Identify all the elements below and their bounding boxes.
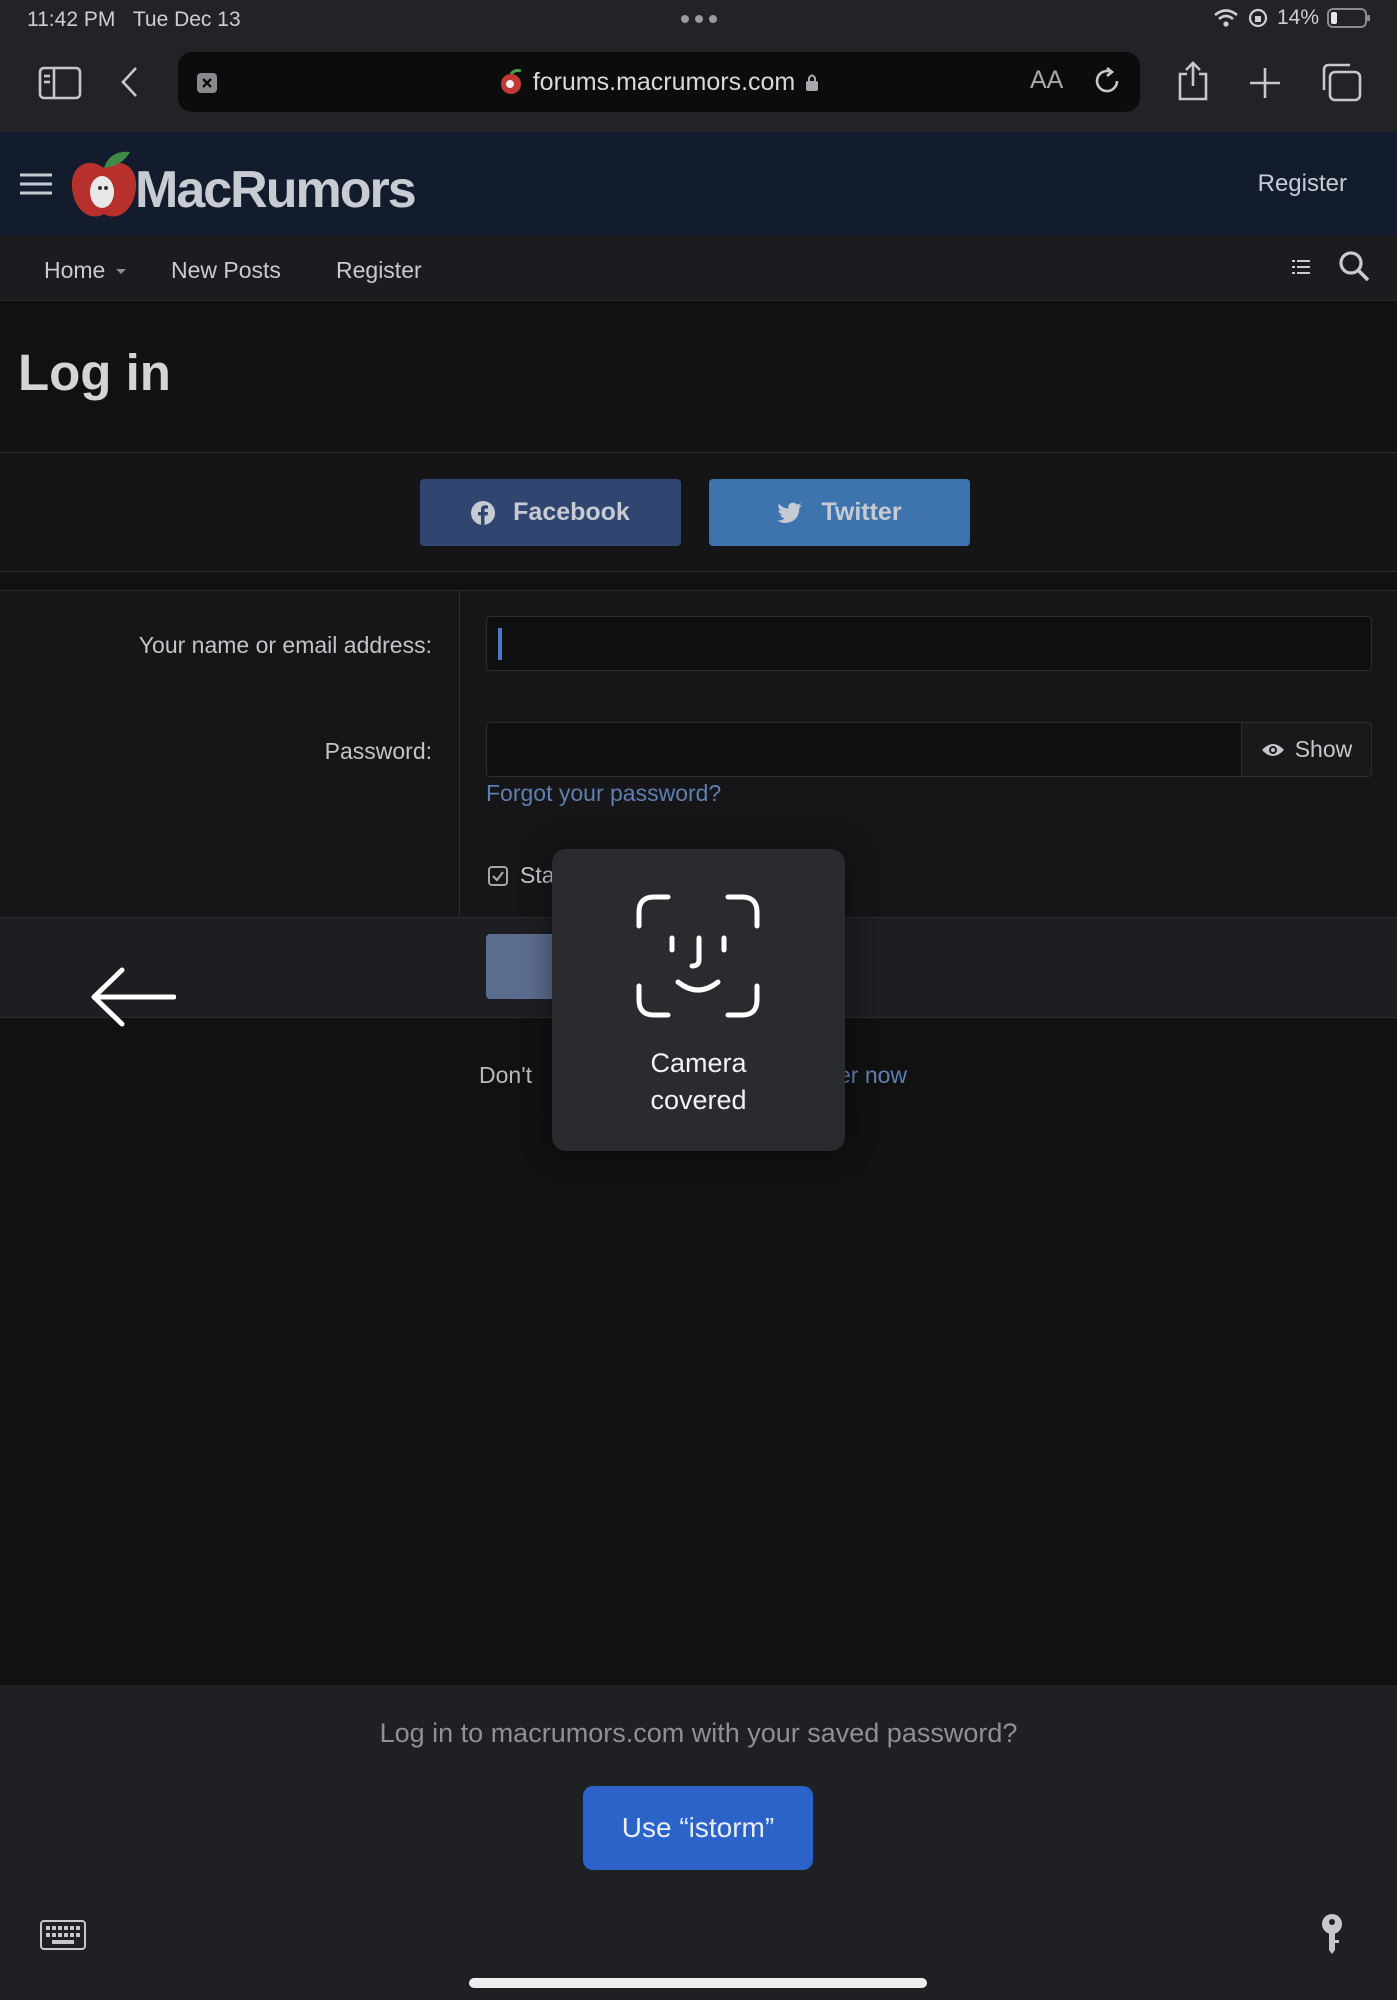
hamburger-menu-icon[interactable] — [20, 172, 52, 196]
wifi-icon — [1214, 9, 1238, 27]
page-title: Log in — [18, 344, 171, 401]
keyboard-icon[interactable] — [40, 1920, 86, 1950]
twitter-login-button[interactable]: Twitter — [709, 479, 970, 546]
orientation-lock-icon — [1248, 8, 1268, 28]
url-text: forums.macrumors.com — [532, 67, 796, 96]
facebook-icon — [471, 500, 496, 525]
status-date: Tue Dec 13 — [132, 8, 241, 31]
home-indicator[interactable] — [469, 1978, 927, 1988]
face-id-icon — [636, 894, 760, 1018]
show-label: Show — [1294, 736, 1353, 762]
facebook-login-button[interactable]: Facebook — [420, 479, 681, 546]
macrumors-apple-logo-icon[interactable] — [66, 148, 142, 222]
nav-home-label: Home — [44, 257, 106, 283]
text-caret — [498, 628, 502, 660]
status-time: 11:42 PM Tue Dec 13 — [27, 8, 241, 32]
nav-new-posts[interactable]: New Posts — [171, 257, 281, 284]
autofill-prompt: Log in to macrumors.com with your saved … — [379, 1718, 1018, 1748]
nav-home[interactable]: Home — [44, 257, 126, 284]
reader-aa-button[interactable]: AA — [1030, 66, 1063, 95]
forgot-password-link[interactable]: Forgot your password? — [486, 780, 721, 807]
reload-icon[interactable] — [1092, 66, 1122, 96]
password-field[interactable] — [486, 722, 1242, 777]
site-logo[interactable]: MacRumors — [135, 160, 417, 220]
facebook-label: Facebook — [513, 498, 630, 526]
sidebar-toggle-icon[interactable] — [38, 66, 82, 100]
battery-percent: 14% — [1276, 6, 1319, 29]
share-icon[interactable] — [1176, 60, 1210, 102]
show-password-button[interactable]: Show — [1241, 722, 1372, 777]
email-label: Your name or email address: — [138, 632, 432, 658]
header-register-link[interactable]: Register — [1258, 170, 1347, 198]
face-id-message-line2: covered — [650, 1085, 747, 1115]
status-time-text: 11:42 PM — [27, 8, 116, 31]
nav-register[interactable]: Register — [336, 257, 422, 284]
password-label: Password: — [324, 738, 432, 764]
register-prompt-text: Don't — [479, 1062, 532, 1088]
face-id-message-line1: Camera — [650, 1048, 747, 1078]
list-view-icon[interactable] — [1292, 258, 1310, 276]
multitasking-dots-icon[interactable] — [680, 14, 718, 24]
tabs-overview-icon[interactable] — [1320, 62, 1362, 102]
site-favicon-icon — [500, 69, 522, 94]
stay-logged-in-label: Stay logged in — [520, 862, 552, 888]
twitter-label: Twitter — [821, 498, 902, 526]
status-indicators: 14% — [1213, 6, 1371, 30]
address-bar[interactable]: forums.macrumors.com AA — [178, 52, 1140, 112]
new-tab-icon[interactable] — [1248, 66, 1282, 100]
search-icon[interactable] — [1338, 250, 1370, 282]
eye-icon — [1261, 743, 1284, 756]
social-login-section — [0, 452, 1397, 572]
url-display[interactable]: forums.macrumors.com — [178, 52, 1140, 112]
face-id-message: Camera covered — [552, 1045, 845, 1119]
back-icon[interactable] — [118, 64, 142, 100]
lock-icon — [806, 74, 819, 91]
arrow-left-icon — [88, 966, 176, 1028]
use-saved-password-button[interactable]: Use “istorm” — [583, 1786, 813, 1870]
form-divider — [459, 590, 460, 917]
twitter-icon — [777, 502, 803, 523]
register-now-link[interactable]: er now — [838, 1062, 907, 1089]
stay-logged-in-checkbox[interactable] — [488, 866, 508, 886]
caret-down-icon — [115, 269, 126, 275]
battery-icon — [1327, 8, 1370, 28]
email-field[interactable] — [486, 616, 1372, 671]
key-icon[interactable] — [1320, 1914, 1344, 1954]
